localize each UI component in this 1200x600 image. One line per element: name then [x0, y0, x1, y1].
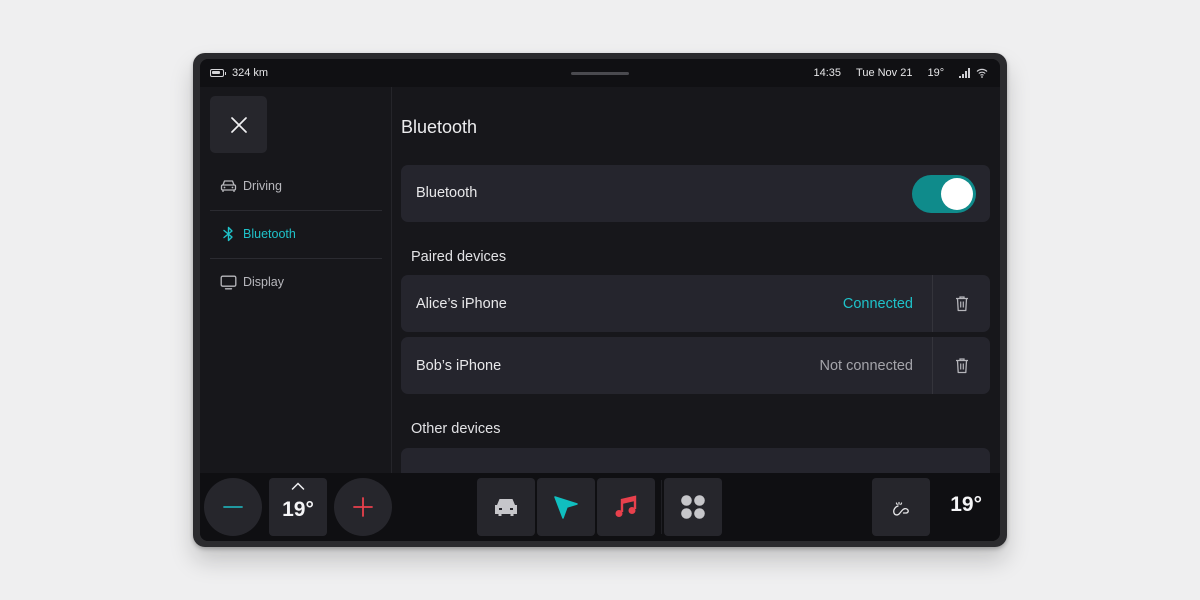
toggle-knob [941, 178, 973, 210]
battery-icon [210, 69, 226, 77]
driver-temperature-button[interactable]: 19° [269, 478, 327, 536]
trash-icon [955, 296, 968, 312]
ventilation-button[interactable] [872, 478, 930, 536]
navigation-arrow-icon [554, 496, 578, 519]
paired-devices-heading: Paired devices [411, 249, 507, 265]
close-button[interactable] [210, 96, 267, 153]
sidebar-item-label: Bluetooth [243, 227, 296, 241]
chevron-up-icon [291, 482, 305, 490]
bluetooth-icon [223, 226, 233, 242]
page-title: Bluetooth [401, 117, 478, 137]
pull-down-handle[interactable] [571, 72, 629, 75]
car-icon [495, 499, 517, 516]
sidebar-item-label: Display [243, 275, 284, 289]
other-devices-heading: Other devices [411, 421, 501, 437]
bluetooth-toggle-row: Bluetooth [401, 165, 990, 222]
dock-app-car[interactable] [477, 478, 535, 536]
driver-temp-decrease-button[interactable] [204, 478, 262, 536]
plus-icon [353, 497, 373, 517]
bluetooth-toggle-label: Bluetooth [416, 185, 478, 201]
driver-temperature: 19° [282, 498, 314, 521]
bluetooth-toggle[interactable] [912, 175, 976, 213]
close-icon [230, 116, 247, 133]
sidebar-item-bluetooth[interactable]: Bluetooth [210, 210, 382, 258]
passenger-temperature: 19° [950, 493, 982, 516]
outside-temperature: 19° [927, 67, 945, 79]
dock-app-grid[interactable] [664, 478, 722, 536]
sidebar-item-driving[interactable]: Driving [210, 162, 382, 210]
car-screen: 324 km 14:35 Tue Nov 21 19° Driving Blue… [200, 59, 1000, 541]
settings-sidebar: Driving Bluetooth Display [200, 87, 392, 473]
delete-device-button[interactable] [932, 337, 990, 394]
trash-icon [955, 358, 968, 374]
ventilation-icon [893, 501, 909, 516]
date: Tue Nov 21 [856, 67, 913, 79]
clock: 14:35 [813, 67, 842, 79]
device-status: Connected [842, 296, 913, 312]
cellular-signal-icon [959, 68, 970, 78]
bluetooth-settings-panel: Bluetooth Bluetooth Paired devices Alice… [392, 87, 1000, 473]
monitor-icon [220, 275, 237, 289]
music-note-icon [615, 495, 637, 517]
paired-device-row[interactable]: Bob’s iPhone Not connected [401, 337, 990, 394]
dock-app-navigation[interactable] [537, 478, 595, 536]
bottom-dock: 19° 19° [200, 473, 1000, 541]
dock-app-music[interactable] [597, 478, 655, 536]
status-bar: 324 km 14:35 Tue Nov 21 19° [200, 59, 1000, 87]
car-icon [220, 180, 237, 192]
paired-device-row[interactable]: Alice’s iPhone Connected [401, 275, 990, 332]
other-device-row[interactable] [401, 448, 990, 473]
device-name: Bob’s iPhone [416, 358, 502, 374]
sidebar-item-label: Driving [243, 179, 282, 193]
dock-divider [661, 480, 662, 534]
minus-icon [223, 506, 243, 508]
sidebar-item-display[interactable]: Display [210, 258, 382, 306]
wifi-icon [976, 68, 988, 78]
delete-device-button[interactable] [932, 275, 990, 332]
driver-temp-increase-button[interactable] [334, 478, 392, 536]
app-grid-icon [681, 495, 705, 519]
range-readout: 324 km [232, 67, 269, 79]
device-status: Not connected [819, 358, 913, 374]
device-name: Alice’s iPhone [416, 296, 507, 312]
